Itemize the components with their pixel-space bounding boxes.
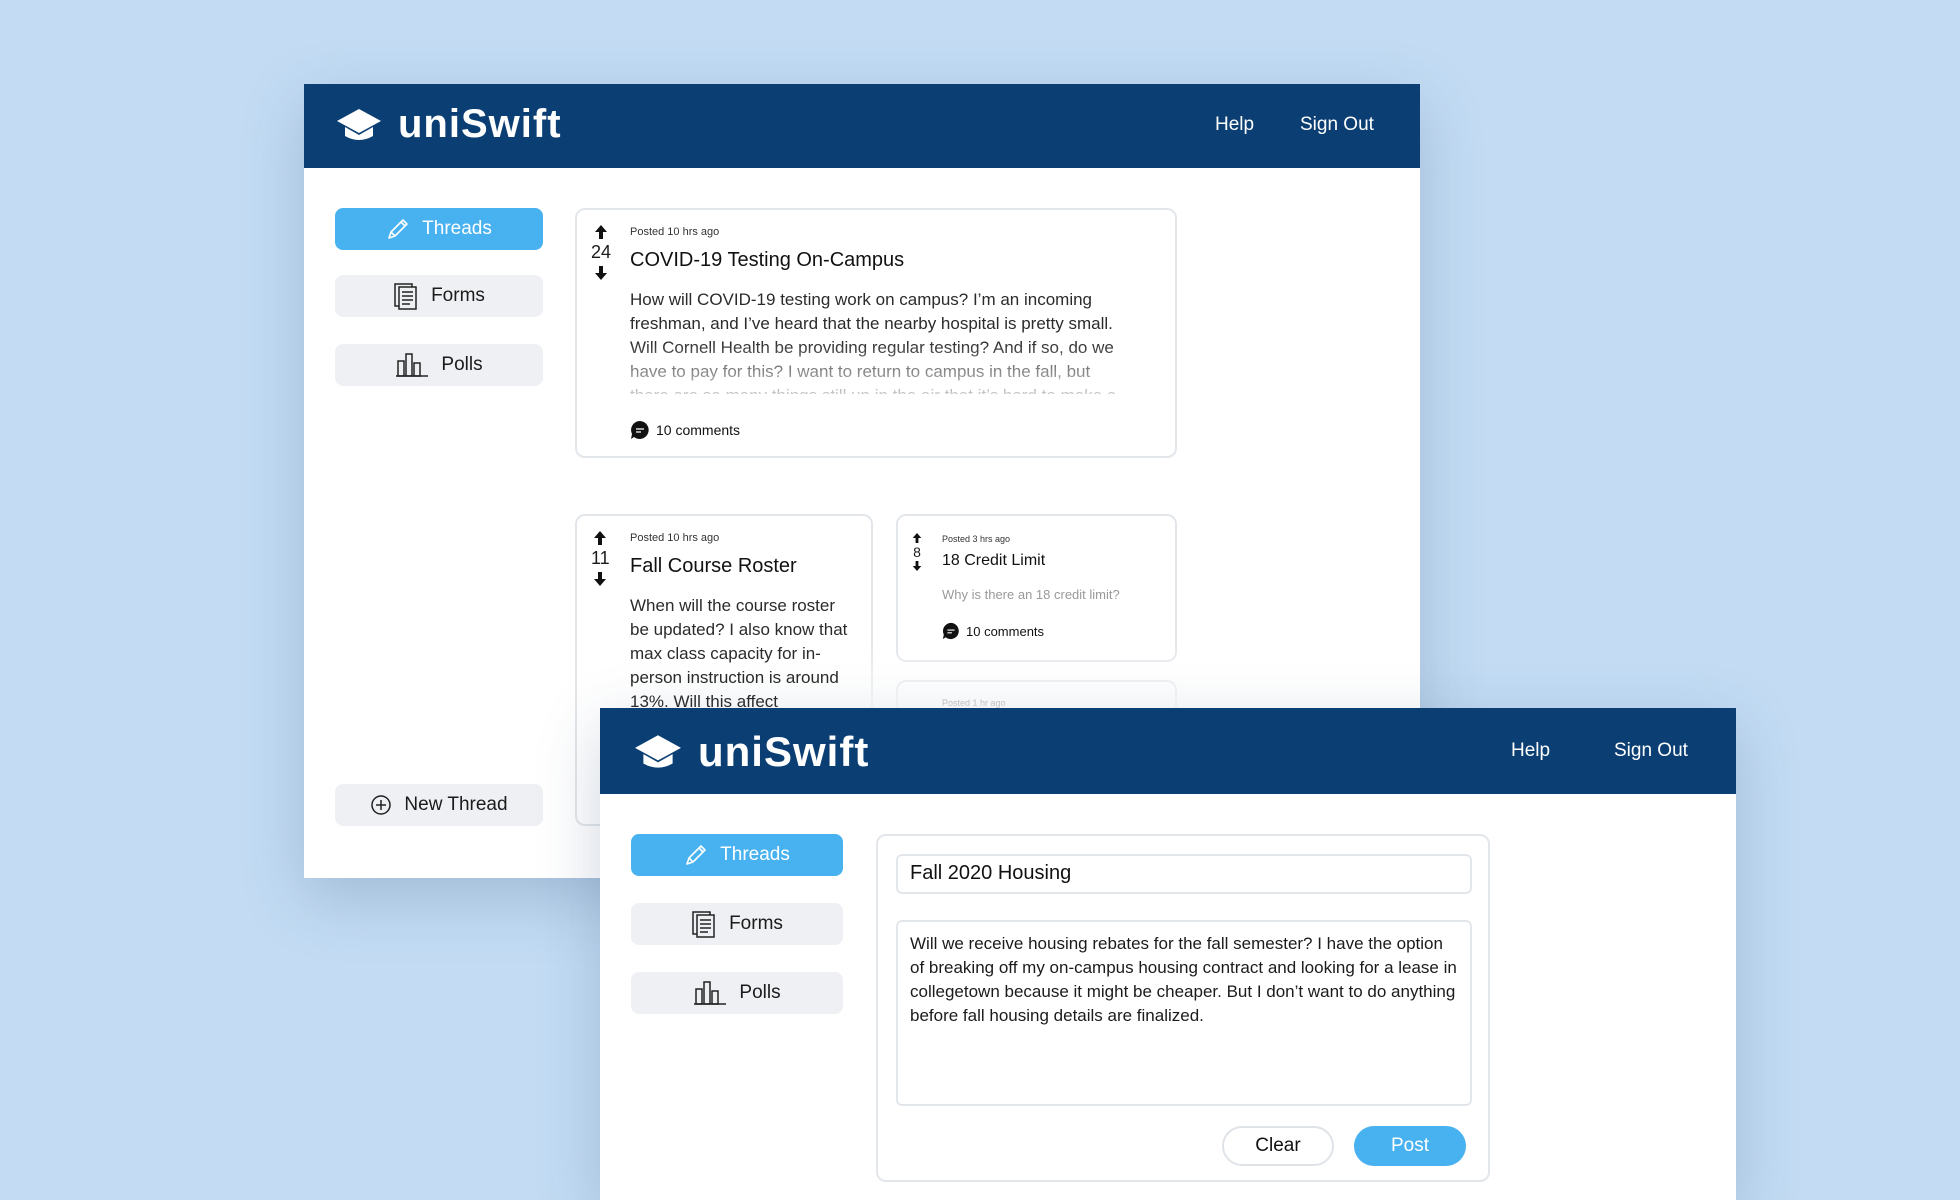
vote-control: 8: [912, 532, 922, 572]
thread-title[interactable]: COVID-19 Testing On-Campus: [630, 249, 904, 272]
thread-title[interactable]: Fall Course Roster: [630, 555, 797, 578]
pencil-icon: [388, 219, 408, 239]
help-link[interactable]: Help: [1215, 114, 1254, 136]
vote-control: 11: [591, 530, 610, 587]
posted-time: Posted 3 hrs ago: [942, 534, 1011, 544]
top-navbar: uniSwift Help Sign Out: [600, 708, 1736, 794]
pencil-icon: [686, 845, 706, 865]
sidebar-item-threads[interactable]: Threads: [335, 208, 543, 250]
compose-window: uniSwift Help Sign Out Threads Forms Pol…: [600, 708, 1736, 1200]
thread-card[interactable]: 8 Posted 3 hrs ago 18 Credit Limit Why i…: [896, 514, 1177, 662]
sidebar-item-label: Threads: [720, 844, 790, 865]
vote-control: 24: [591, 224, 611, 281]
posted-time: Posted 1 hr ago: [942, 698, 1006, 708]
sidebar-item-polls[interactable]: Polls: [335, 344, 543, 386]
upvote-arrow-icon[interactable]: [912, 532, 922, 544]
sidebar-item-label: Forms: [729, 913, 783, 934]
downvote-arrow-icon[interactable]: [593, 571, 607, 587]
sidebar-item-label: Forms: [431, 285, 485, 306]
comments-link[interactable]: 10 comments: [942, 622, 1044, 640]
comments-link[interactable]: 10 comments: [630, 420, 740, 440]
sidebar-item-label: Polls: [441, 354, 483, 375]
comments-count: 10 comments: [966, 623, 1045, 639]
new-thread-button[interactable]: New Thread: [335, 784, 543, 826]
plus-circle-icon: [371, 795, 392, 815]
thread-body: How will COVID-19 testing work on campus…: [630, 290, 1116, 394]
thread-title-input[interactable]: Fall 2020 Housing: [896, 854, 1472, 894]
clear-button[interactable]: Clear: [1222, 1126, 1334, 1166]
post-button[interactable]: Post: [1354, 1126, 1466, 1166]
help-link[interactable]: Help: [1511, 740, 1550, 762]
thread-body-textarea[interactable]: Will we receive housing rebates for the …: [896, 920, 1472, 1106]
sidebar-item-forms[interactable]: Forms: [631, 903, 843, 945]
sidebar-item-label: Polls: [739, 982, 781, 1003]
bar-chart-icon: [396, 353, 429, 377]
document-icon: [692, 911, 715, 938]
thread-title[interactable]: 18 Credit Limit: [942, 552, 1045, 570]
comments-count: 10 comments: [656, 422, 741, 438]
app-logo[interactable]: uniSwift: [634, 728, 869, 776]
downvote-arrow-icon[interactable]: [912, 560, 922, 572]
sidebar-item-label: Threads: [422, 218, 492, 239]
vote-count: 11: [591, 548, 610, 568]
vote-count: 24: [591, 242, 612, 262]
app-name: uniSwift: [698, 728, 870, 775]
graduation-cap-icon: [635, 735, 681, 768]
thread-body: Why is there an 18 credit limit?: [942, 587, 1120, 602]
app-name: uniSwift: [398, 102, 562, 146]
bar-chart-icon: [694, 981, 727, 1005]
sidebar-item-threads[interactable]: Threads: [631, 834, 843, 876]
sign-out-link[interactable]: Sign Out: [1300, 114, 1374, 136]
comment-bubble-icon: [631, 421, 649, 439]
document-icon: [394, 283, 417, 310]
upvote-arrow-icon[interactable]: [593, 530, 607, 546]
vote-count: 8: [913, 544, 921, 560]
downvote-arrow-icon[interactable]: [594, 265, 608, 281]
comment-bubble-icon: [942, 622, 959, 640]
new-thread-label: New Thread: [404, 794, 508, 815]
new-thread-form: Fall 2020 Housing Will we receive housin…: [876, 834, 1490, 1182]
sidebar-item-polls[interactable]: Polls: [631, 972, 843, 1014]
app-logo[interactable]: uniSwift: [336, 102, 562, 147]
posted-time: Posted 10 hrs ago: [630, 532, 720, 544]
posted-time: Posted 10 hrs ago: [630, 226, 720, 238]
sign-out-link[interactable]: Sign Out: [1614, 740, 1688, 762]
graduation-cap-icon: [337, 108, 381, 140]
thread-card[interactable]: 24 Posted 10 hrs ago COVID-19 Testing On…: [575, 208, 1177, 458]
thread-body: When will the course roster be updated? …: [630, 596, 848, 711]
sidebar-item-forms[interactable]: Forms: [335, 275, 543, 317]
upvote-arrow-icon[interactable]: [594, 224, 608, 240]
top-navbar: uniSwift Help Sign Out: [304, 84, 1420, 168]
